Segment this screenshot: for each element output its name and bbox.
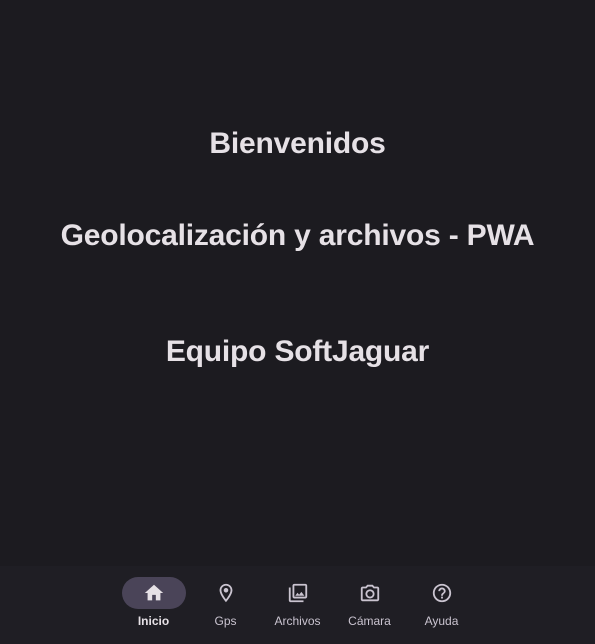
nav-item-ayuda[interactable]: Ayuda [406,566,478,644]
photo-library-icon [287,582,309,604]
active-indicator [121,577,186,609]
camera-icon [359,582,381,604]
nav-label-gps: Gps [214,614,237,628]
location-pin-icon [215,582,237,604]
help-circle-icon [431,582,453,604]
nav-item-archivos[interactable]: Archivos [262,566,334,644]
nav-label-inicio: Inicio [137,614,170,628]
app-screen: Bienvenidos Geolocalización y archivos -… [0,0,595,644]
app-title-heading: Geolocalización y archivos - PWA [60,219,535,252]
nav-item-gps[interactable]: Gps [190,566,262,644]
nav-label-ayuda: Ayuda [424,614,459,628]
nav-item-camara[interactable]: Cámara [334,566,406,644]
welcome-heading: Bienvenidos [209,127,386,160]
nav-label-archivos: Archivos [274,614,321,628]
team-heading: Equipo SoftJaguar [165,335,430,368]
home-icon [143,582,165,604]
home-content: Bienvenidos Geolocalización y archivos -… [0,0,595,566]
bottom-navigation-bar: Inicio Gps Archivos Cámara Ayuda [0,566,595,644]
nav-label-camara: Cámara [348,614,391,628]
nav-item-inicio[interactable]: Inicio [118,566,190,644]
